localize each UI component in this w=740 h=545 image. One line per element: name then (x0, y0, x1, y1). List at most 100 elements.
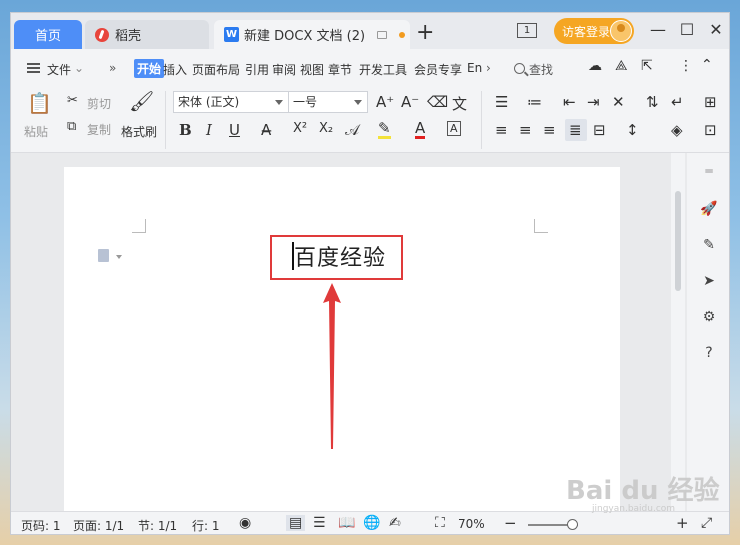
decrease-font-icon[interactable]: A⁻ (401, 93, 419, 111)
sort-icon[interactable]: ⇅ (646, 93, 659, 111)
paragraph-mark-icon[interactable]: ↵ (671, 93, 684, 111)
fit-page-icon[interactable]: ⛶ (435, 515, 445, 531)
collapse-ribbon-icon[interactable]: ⌃ (701, 57, 713, 73)
document-page[interactable]: 百度经验 (64, 167, 620, 511)
settings-sliders-icon[interactable]: ⚙ (699, 307, 719, 327)
maximize-button[interactable]: ☐ (677, 21, 697, 39)
cloud-icon[interactable]: ☁ (588, 58, 602, 74)
tab-developer[interactable]: 开发工具 (359, 61, 407, 78)
menu-icon[interactable] (27, 63, 40, 73)
web-view-icon[interactable]: 🌐 (363, 515, 380, 531)
line-number[interactable]: 行: 1 (192, 517, 220, 534)
close-button[interactable]: ✕ (706, 21, 726, 39)
tab-home[interactable]: 首页 (14, 20, 82, 49)
bold-button[interactable]: B (179, 121, 192, 139)
font-name-select[interactable]: 宋体 (正文) (173, 91, 289, 113)
table-icon[interactable]: ⊞ (704, 93, 717, 111)
paste-icon[interactable]: 📋 (27, 91, 52, 115)
zoom-level[interactable]: 70% (458, 517, 485, 531)
file-menu[interactable]: 文件 (47, 61, 71, 78)
file-chevron-down-icon[interactable]: ⌄ (74, 61, 84, 75)
highlight-icon[interactable]: ✎ (378, 121, 391, 139)
document-text[interactable]: 百度经验 (294, 240, 386, 272)
outline-view-icon[interactable]: ☰ (313, 515, 326, 531)
line-spacing-icon[interactable]: ↕ (626, 121, 639, 139)
distributed-icon[interactable]: ⊟ (593, 121, 606, 139)
numbered-list-icon[interactable]: ≔ (527, 93, 542, 111)
bullet-list-icon[interactable]: ☰ (495, 93, 508, 111)
font-color-icon[interactable]: A (415, 121, 426, 139)
more-options-icon[interactable]: ⋮ (679, 58, 693, 74)
italic-button[interactable]: I (206, 121, 212, 139)
increase-font-icon[interactable]: A⁺ (376, 93, 394, 111)
borders-icon[interactable]: ⊡ (704, 121, 717, 139)
cut-button[interactable]: 剪切 (87, 95, 111, 112)
underline-button[interactable]: U (229, 121, 240, 139)
phonetic-guide-icon[interactable]: 文 (452, 93, 467, 114)
share-icon[interactable]: ⟁ (615, 58, 628, 74)
align-center-icon[interactable]: ≡ (519, 121, 532, 139)
shading-icon[interactable]: ◈ (671, 121, 683, 139)
scrollbar-thumb[interactable] (675, 191, 681, 291)
subscript-button[interactable]: X₂ (319, 121, 333, 136)
copy-button[interactable]: 复制 (87, 121, 111, 138)
align-right-icon[interactable]: ≡ (543, 121, 556, 139)
guest-login-button[interactable]: 访客登录 (554, 18, 634, 44)
section-count[interactable]: 节: 1/1 (138, 517, 177, 534)
tab-daoke[interactable]: 稻壳 (85, 20, 209, 49)
tab-document[interactable]: W 新建 DOCX 文档 (2) (214, 20, 410, 49)
strikethrough-icon[interactable]: A̶ (261, 121, 271, 139)
write-mode-icon[interactable]: ✍ (389, 515, 401, 531)
eye-protection-icon[interactable]: ◉ (239, 515, 251, 531)
cursor-icon[interactable]: ➤ (699, 271, 719, 291)
scroll-right-icon[interactable]: › (486, 61, 491, 75)
page-view-icon[interactable]: ▤ (286, 515, 306, 531)
rocket-icon[interactable]: 🚀 (699, 199, 719, 219)
zoom-out-button[interactable]: − (504, 514, 517, 532)
superscript-button[interactable]: X² (293, 121, 307, 136)
tab-chapter[interactable]: 章节 (328, 61, 352, 78)
align-left-icon[interactable]: ≡ (495, 121, 508, 139)
tab-review[interactable]: 审阅 (272, 61, 296, 78)
cut-icon[interactable]: ✂ (67, 93, 78, 108)
char-border-icon[interactable]: A (447, 121, 461, 136)
paste-button[interactable]: 粘贴 (24, 123, 48, 140)
tab-page-layout[interactable]: 页面布局 (192, 61, 240, 78)
vertical-scrollbar[interactable] (671, 153, 685, 511)
minimize-button[interactable]: — (648, 21, 668, 39)
page-count[interactable]: 页面: 1/1 (73, 517, 124, 534)
tab-start[interactable]: 开始 (134, 59, 165, 78)
new-tab-button[interactable]: + (416, 22, 434, 44)
zoom-slider-knob[interactable] (567, 519, 578, 530)
screen-icon[interactable] (377, 30, 388, 39)
tab-insert[interactable]: 插入 (163, 61, 187, 78)
page-number[interactable]: 页码: 1 (21, 517, 61, 534)
increase-indent-icon[interactable]: ⇥ (587, 93, 600, 111)
panel-collapse-icon[interactable]: ═ (699, 161, 719, 181)
document-outline-icon[interactable] (98, 249, 109, 262)
search-label[interactable]: 查找 (529, 61, 553, 78)
help-icon[interactable]: ? (699, 343, 719, 363)
decrease-indent-icon[interactable]: ⇤ (563, 93, 576, 111)
tab-references[interactable]: 引用 (245, 61, 269, 78)
more-icon[interactable]: » (109, 61, 116, 75)
chevron-down-icon[interactable] (116, 255, 122, 259)
window-count-icon[interactable]: 1 (517, 23, 537, 38)
text-effect-icon[interactable]: 𝒜 (345, 121, 359, 139)
format-painter-button[interactable]: 格式刷 (121, 123, 157, 140)
search-icon[interactable] (514, 63, 525, 74)
tab-member[interactable]: 会员专享 (414, 61, 462, 78)
fullscreen-icon[interactable]: ⤢ (701, 515, 712, 531)
export-icon[interactable]: ⇱ (641, 58, 653, 74)
zoom-in-button[interactable]: + (676, 514, 689, 532)
pen-icon[interactable]: ✎ (699, 235, 719, 255)
copy-icon[interactable]: ⧉ (67, 119, 76, 134)
tab-view[interactable]: 视图 (300, 61, 324, 78)
font-size-select[interactable]: 一号 (288, 91, 368, 113)
justify-icon[interactable]: ≣ (569, 121, 582, 139)
chinese-layout-icon[interactable]: ✕ (612, 93, 625, 111)
tab-en[interactable]: En (467, 61, 482, 75)
format-painter-icon[interactable]: 🖌 (129, 89, 154, 113)
reading-view-icon[interactable]: 📖 (338, 515, 355, 531)
clear-format-icon[interactable]: ⌫ (427, 93, 448, 111)
